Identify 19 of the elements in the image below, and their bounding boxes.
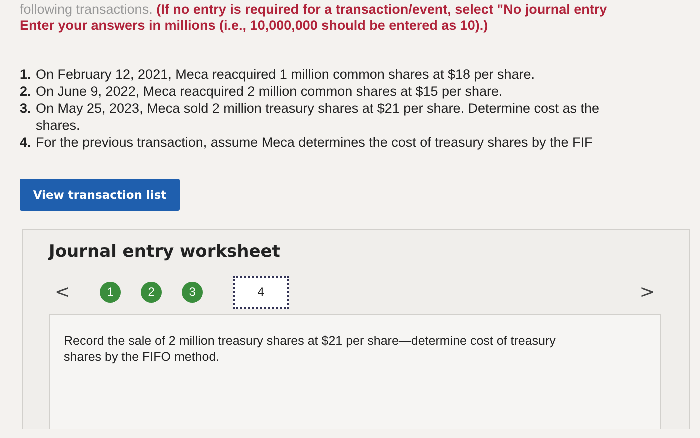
view-transaction-list-button[interactable]: View transaction list (20, 179, 180, 211)
transaction-text: shares. (36, 117, 82, 134)
item-number: 2. (20, 83, 32, 100)
item-number: 4. (20, 134, 32, 151)
item-number: 1. (20, 66, 32, 83)
step-button[interactable]: 2 (141, 282, 162, 302)
transaction-text: On June 9, 2022, Meca reacquired 2 million common shares at $15 per share. (36, 83, 503, 100)
worksheet-title: Journal entry worksheet (49, 242, 282, 262)
transaction-text: For the previous transaction, assume Meca determines the cost of treasury shares by the FIF (36, 134, 593, 151)
prompt-text: Record the sale of 2 million treasury shares at $21 per share—determine cost of treasury shares by the FIFO method. (64, 333, 557, 365)
step-button[interactable]: 3 (182, 282, 204, 302)
instructions-text: following transactions. (If no entry is required for a transaction/event, select "No journal entry Enter your answers in millions (i.e., 10,000,000 should be entered as 10).) (20, 1, 608, 34)
transaction-text: On February 12, 2021, Meca reacquired 1 million common shares at $18 per share. (36, 66, 536, 83)
previous-button[interactable]: < (49, 282, 76, 302)
item-number: 3. (20, 100, 32, 118)
next-button[interactable]: > (634, 282, 661, 302)
step-button[interactable]: 1 (100, 282, 122, 302)
transaction-text: On May 25, 2023, Meca sold 2 million treasury shares at $21 per share. Determine cost as the (36, 100, 600, 117)
step-button[interactable]: 4 (233, 276, 290, 308)
